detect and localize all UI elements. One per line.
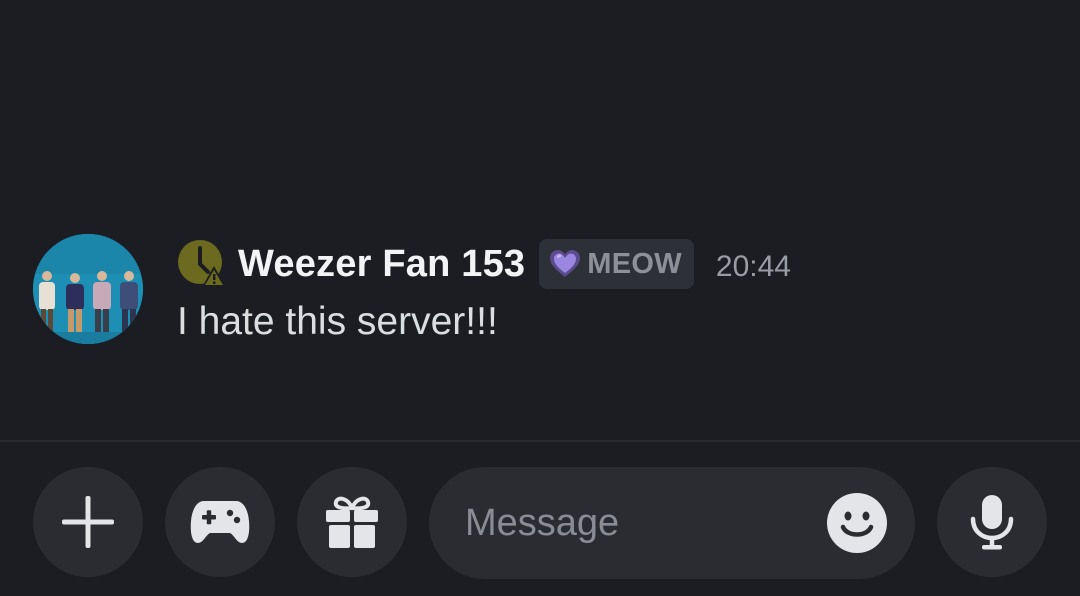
activities-button[interactable] [165, 467, 275, 577]
message-content: I hate this server!!! [177, 300, 498, 343]
clock-warning-icon[interactable] [178, 240, 226, 288]
message-timestamp: 20:44 [715, 250, 791, 283]
chat-view: Weezer Fan 153 MEOW 20:44 I hate this se… [0, 0, 1080, 596]
message-author[interactable]: Weezer Fan 153 [238, 243, 525, 286]
purple-heart-icon [550, 250, 581, 277]
voice-message-button[interactable] [937, 467, 1047, 577]
smiley-icon [827, 493, 887, 553]
message-input[interactable] [465, 495, 805, 551]
microphone-icon [970, 495, 1014, 550]
chat-message[interactable]: Weezer Fan 153 MEOW 20:44 I hate this se… [0, 230, 1080, 350]
avatar-image [33, 234, 143, 344]
gamepad-icon [190, 501, 250, 543]
gift-icon [326, 496, 378, 548]
server-tag[interactable]: MEOW [539, 239, 694, 289]
message-composer[interactable] [429, 467, 915, 579]
plus-icon [62, 496, 114, 548]
user-avatar[interactable] [33, 234, 143, 344]
server-tag-label: MEOW [587, 247, 682, 280]
message-header: Weezer Fan 153 MEOW 20:44 [178, 236, 791, 292]
add-attachment-button[interactable] [33, 467, 143, 577]
composer-divider [0, 440, 1080, 442]
gift-button[interactable] [297, 467, 407, 577]
emoji-button[interactable] [827, 493, 887, 553]
